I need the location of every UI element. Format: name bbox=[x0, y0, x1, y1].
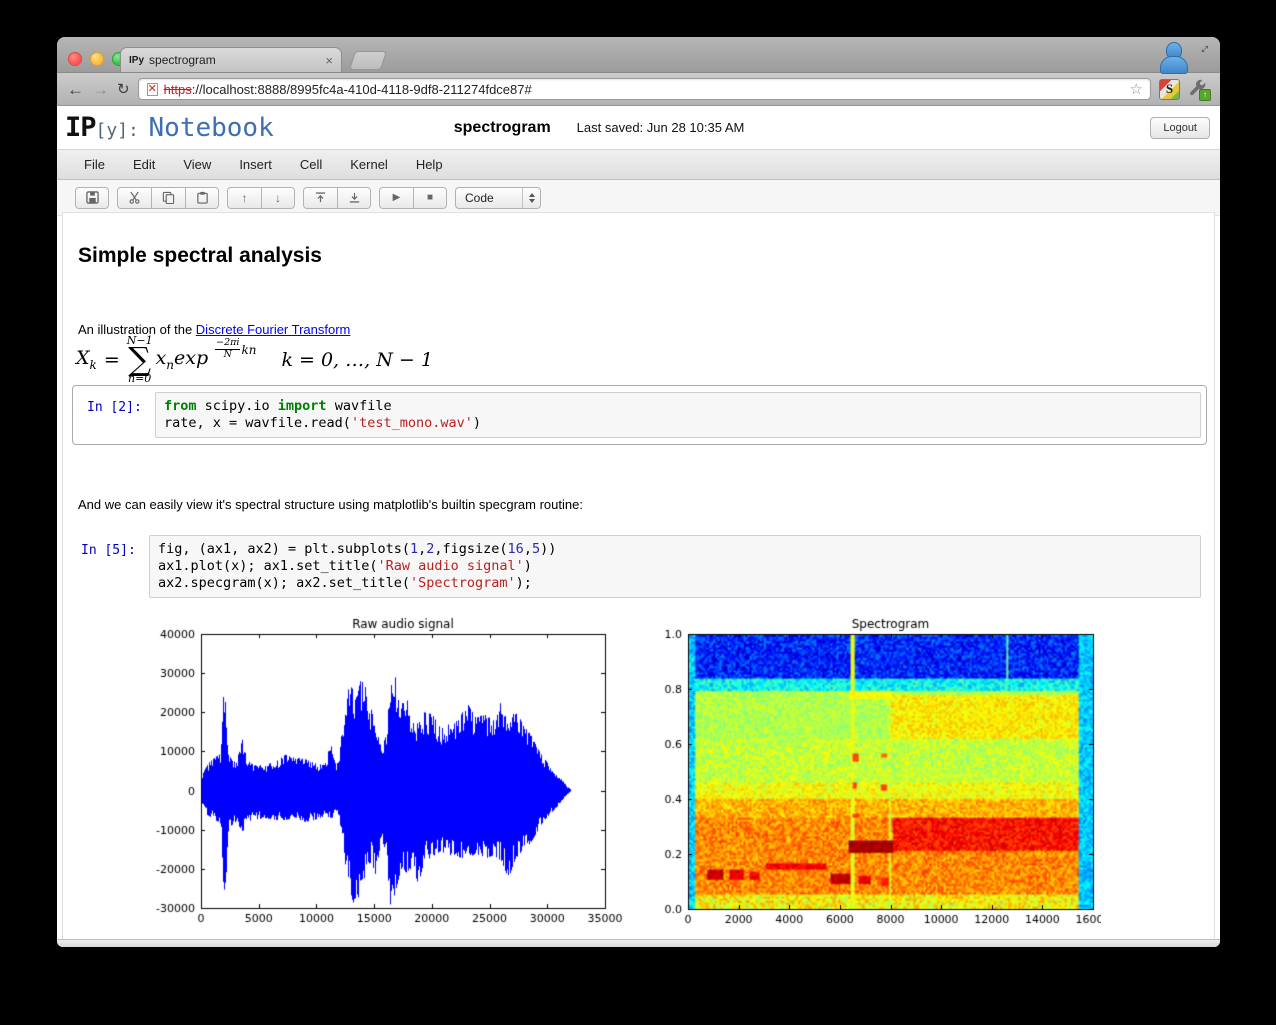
scissors-icon bbox=[129, 191, 140, 204]
paste-cell-button[interactable] bbox=[185, 186, 219, 209]
fullscreen-expand-icon[interactable]: ↔ bbox=[1192, 37, 1215, 59]
input-prompt-1: In [2]: bbox=[87, 400, 142, 415]
tab-favicon-icon: IPy bbox=[129, 54, 145, 66]
insert-cell-above-button[interactable] bbox=[303, 186, 337, 209]
insert-cell-below-button[interactable] bbox=[337, 186, 371, 209]
url-protocol: https bbox=[163, 81, 192, 97]
markdown-heading: Simple spectral analysis bbox=[78, 244, 322, 267]
ssl-error-icon[interactable]: ✕ bbox=[146, 82, 159, 96]
menu-kernel[interactable]: Kernel bbox=[336, 157, 402, 172]
new-tab-button[interactable] bbox=[348, 51, 388, 70]
arrow-up-icon: ↑ bbox=[241, 190, 248, 205]
menu-edit[interactable]: Edit bbox=[119, 157, 169, 172]
clipboard-icon bbox=[196, 191, 208, 204]
cell-output-figure bbox=[63, 616, 1214, 939]
arrow-to-top-icon bbox=[315, 192, 326, 203]
move-cell-down-button[interactable]: ↓ bbox=[261, 186, 295, 209]
close-window-button[interactable] bbox=[68, 52, 82, 66]
window-bottom-edge bbox=[57, 939, 1220, 947]
interrupt-kernel-button[interactable]: ■ bbox=[413, 186, 447, 209]
tab-strip: IPy spectrogram × ↔ bbox=[57, 37, 1220, 74]
code-cell-1[interactable]: In [2]: from scipy.io import wavfile rate… bbox=[72, 385, 1207, 445]
move-cell-up-button[interactable]: ↑ bbox=[227, 186, 261, 209]
notebook-menubar: File Edit View Insert Cell Kernel Help bbox=[57, 149, 1220, 180]
forward-button[interactable]: → bbox=[92, 81, 109, 98]
profile-avatar-icon[interactable] bbox=[1158, 41, 1188, 74]
tab-title: spectrogram bbox=[149, 53, 216, 67]
browser-navbar: ← → ↻ ✕ https ://localhost:8888/8995fc4a… bbox=[57, 73, 1220, 106]
browser-tab[interactable]: IPy spectrogram × bbox=[120, 47, 342, 72]
menu-view[interactable]: View bbox=[169, 157, 225, 172]
back-button[interactable]: ← bbox=[67, 81, 84, 98]
arrow-down-icon: ↓ bbox=[275, 190, 281, 205]
menu-help[interactable]: Help bbox=[402, 157, 457, 172]
notebook-document: Simple spectral analysis An illustration… bbox=[62, 212, 1215, 940]
notebook-header: IP[y]: Notebook spectrogram Last saved: … bbox=[57, 106, 1220, 149]
cell-type-dropdown[interactable]: Code bbox=[455, 186, 541, 209]
wrench-settings-icon[interactable]: ↑ bbox=[1188, 78, 1211, 101]
input-prompt-2: In [5]: bbox=[81, 543, 136, 558]
cut-cell-button[interactable] bbox=[117, 186, 151, 209]
play-icon: ▶ bbox=[392, 192, 401, 203]
notebook-toolbar: ↑ ↓ ▶ ■ Code bbox=[57, 180, 1220, 216]
exponent-fraction: −2πi N kn bbox=[215, 337, 257, 361]
spectrogram-plot bbox=[626, 616, 1101, 928]
dropdown-stepper-icon bbox=[522, 187, 540, 208]
copy-cell-button[interactable] bbox=[151, 186, 185, 209]
floppy-icon bbox=[85, 191, 99, 204]
run-cell-button[interactable]: ▶ bbox=[379, 186, 413, 209]
save-button[interactable] bbox=[75, 186, 109, 209]
notebook-title[interactable]: spectrogram bbox=[454, 119, 551, 137]
stop-icon: ■ bbox=[426, 192, 434, 203]
last-saved-text: Last saved: Jun 28 10:35 AM bbox=[576, 120, 745, 135]
minimize-window-button[interactable] bbox=[90, 52, 104, 66]
dft-formula: Xk = N−1 ∑ n=0 xnexp −2πi N kn k = 0, …,… bbox=[76, 334, 433, 386]
address-bar[interactable]: ✕ https ://localhost:8888/8995fc4a-410d-… bbox=[137, 78, 1151, 100]
summation-symbol: N−1 ∑ n=0 bbox=[126, 334, 153, 386]
markdown-paragraph-2: And we can easily view it's spectral str… bbox=[78, 497, 583, 512]
window-controls bbox=[68, 52, 126, 66]
arrow-to-bottom-icon bbox=[349, 192, 359, 203]
menu-cell[interactable]: Cell bbox=[286, 157, 336, 172]
extension-s-icon[interactable]: S bbox=[1159, 78, 1180, 100]
menu-file[interactable]: File bbox=[70, 157, 119, 172]
update-badge-icon: ↑ bbox=[1199, 89, 1211, 101]
raw-audio-signal-plot bbox=[141, 616, 641, 928]
code-input-1[interactable]: from scipy.io import wavfile rate, x = wa… bbox=[155, 392, 1201, 438]
tab-close-icon[interactable]: × bbox=[325, 54, 333, 67]
menu-insert[interactable]: Insert bbox=[225, 157, 286, 172]
bookmark-star-icon[interactable]: ☆ bbox=[1130, 80, 1143, 98]
browser-window: IPy spectrogram × ↔ ← → ↻ ✕ https ://loc… bbox=[57, 37, 1220, 947]
cell-type-value: Code bbox=[465, 190, 494, 205]
logout-button[interactable]: Logout bbox=[1150, 116, 1210, 139]
code-cell-2[interactable]: In [5]: fig, (ax1, ax2) = plt.subplots(1… bbox=[72, 535, 1207, 598]
ipython-logo[interactable]: IP[y]: Notebook bbox=[65, 112, 274, 143]
reload-button[interactable]: ↻ bbox=[117, 82, 130, 97]
copy-icon bbox=[162, 191, 175, 204]
code-input-2[interactable]: fig, (ax1, ax2) = plt.subplots(1,2,figsi… bbox=[149, 535, 1201, 598]
url-text: ://localhost:8888/8995fc4a-410d-4118-9df… bbox=[191, 81, 532, 97]
screen-background: IPy spectrogram × ↔ ← → ↻ ✕ https ://loc… bbox=[0, 0, 1276, 1025]
